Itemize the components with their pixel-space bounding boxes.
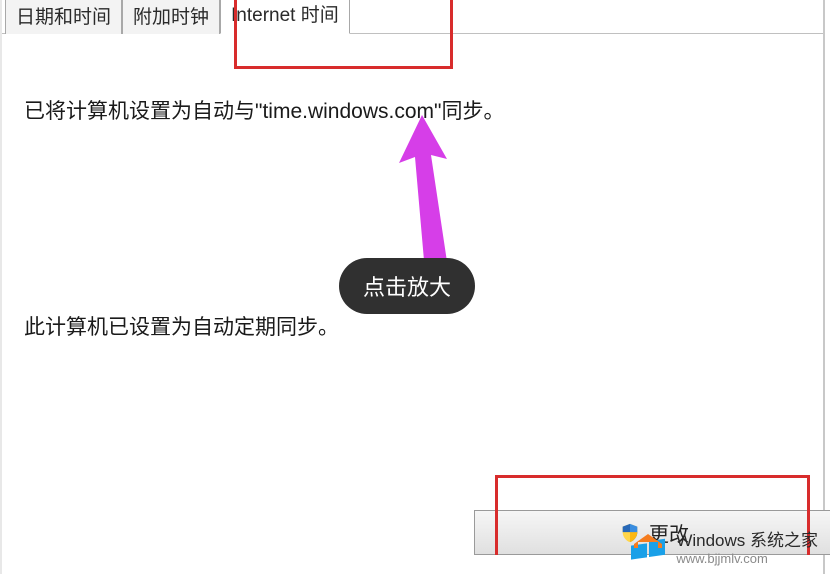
watermark-logo-icon: [628, 526, 668, 566]
tab-additional-clocks[interactable]: 附加时钟: [122, 0, 220, 34]
auto-sync-status: 此计算机已设置为自动定期同步。: [24, 310, 801, 346]
tab-bar: 日期和时间 附加时钟 Internet 时间: [2, 0, 823, 34]
dialog-panel: 日期和时间 附加时钟 Internet 时间 已将计算机设置为自动与"time.…: [0, 0, 825, 574]
watermark: Windows 系统之家 www.bjjmlv.com: [628, 526, 818, 566]
watermark-url: www.bjjmlv.com: [676, 551, 818, 566]
tab-content: 已将计算机设置为自动与"time.windows.com"同步。 此计算机已设置…: [2, 34, 823, 345]
watermark-title: Windows 系统之家: [676, 526, 818, 551]
sync-server-status: 已将计算机设置为自动与"time.windows.com"同步。: [24, 94, 801, 130]
tab-date-time[interactable]: 日期和时间: [5, 0, 122, 34]
tab-internet-time[interactable]: Internet 时间: [220, 0, 350, 34]
watermark-text: Windows 系统之家 www.bjjmlv.com: [676, 526, 818, 566]
